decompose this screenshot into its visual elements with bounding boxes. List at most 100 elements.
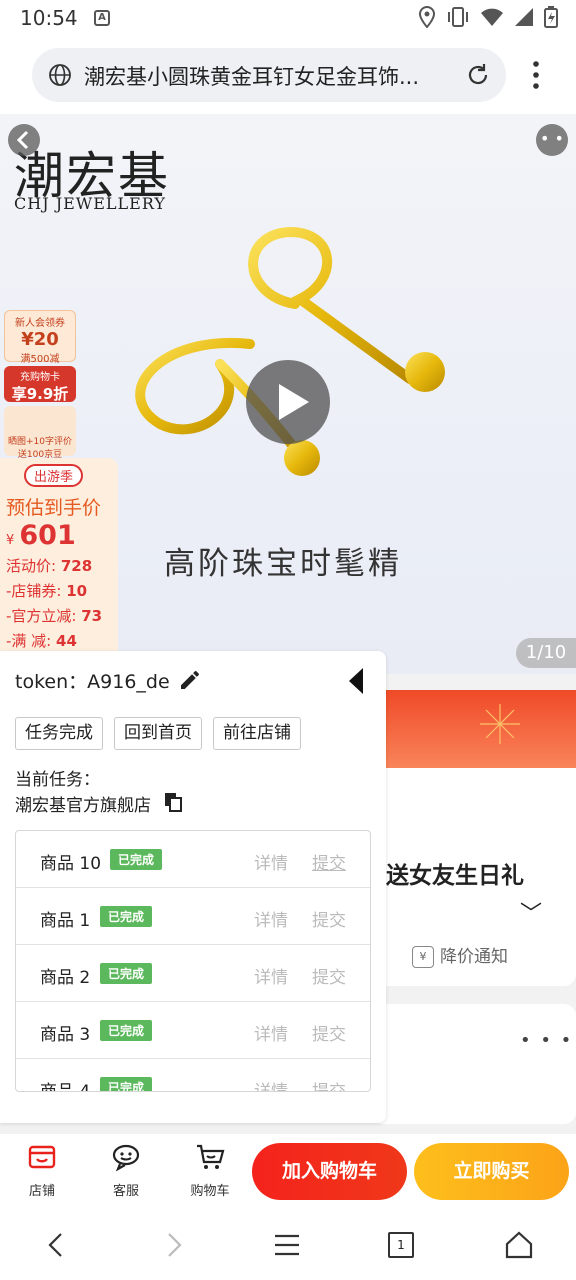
coupon-line1: 新人会领券 [15, 318, 65, 329]
estimated-price-card: 出游季 预估到手价 ¥ 601 活动价: 728 -店铺券: 10 -官方立减:… [0, 458, 118, 674]
vip-line1: 充购物卡 [20, 372, 60, 383]
service-tab[interactable]: 客服 [96, 1142, 156, 1199]
status-icons [418, 6, 558, 28]
service-label: 客服 [112, 1184, 139, 1199]
review-reward-promo[interactable]: 晒图+10字评价 送100京豆 [4, 406, 76, 460]
cart-tab[interactable]: 购物车 [180, 1142, 240, 1199]
task-submit-link[interactable]: 提交 [312, 1020, 346, 1045]
token-value: A916_de [87, 671, 170, 693]
url-title[interactable]: 潮宏基小圆珠黄金耳钉女足金耳饰... [84, 61, 444, 91]
buy-now-button[interactable]: 立即购买 [414, 1143, 569, 1200]
copy-icon[interactable] [164, 792, 182, 812]
current-task-label: 当前任务： [15, 770, 100, 790]
play-video-button[interactable] [246, 360, 330, 444]
wifi-icon [481, 8, 503, 26]
gallery-page-indicator: 1/10 [516, 638, 576, 668]
token-row: token：A916_de [15, 667, 170, 694]
location-icon [418, 6, 436, 28]
back-button[interactable] [8, 124, 40, 156]
task-detail-link[interactable]: 详情 [254, 1020, 288, 1045]
reload-icon[interactable] [464, 61, 492, 89]
task-name: 商品 4 [40, 1082, 91, 1092]
coupon-amount: ¥20 [21, 329, 59, 350]
purchase-action-bar: 店铺 客服 购物车 加入购物车 立即购买 [0, 1134, 576, 1208]
task-row: 商品 2 已完成 详情 提交 [16, 945, 370, 1002]
task-row: 商品 3 已完成 详情 提交 [16, 1002, 370, 1059]
task-name: 商品 10 [40, 854, 102, 874]
address-bar[interactable]: 潮宏基小圆珠黄金耳钉女足金耳饰... [32, 48, 506, 102]
status-time: 10:54 [20, 6, 78, 30]
estimate-label: 预估到手价 [6, 497, 102, 519]
task-submit-link[interactable]: 提交 [312, 849, 346, 874]
panel-actions: 任务完成 回到首页 前往店铺 [15, 717, 301, 750]
brand-logo-en: CHJ JEWELLERY [14, 194, 166, 213]
task-row: 商品 1 已完成 详情 提交 [16, 888, 370, 945]
task-status-badge: 已完成 [100, 963, 153, 984]
task-submit-link[interactable]: 提交 [312, 906, 346, 931]
status-bar: 10:54 A [0, 0, 576, 36]
task-detail-link[interactable]: 详情 [254, 906, 288, 931]
tabs-switcher[interactable]: 1 [388, 1232, 414, 1258]
signal-icon [515, 8, 533, 26]
currency-symbol: ¥ [6, 533, 15, 548]
promo-banner[interactable] [380, 690, 576, 768]
season-tag: 出游季 [24, 464, 84, 487]
battery-icon [544, 6, 558, 28]
shop-tab[interactable]: 店铺 [12, 1142, 72, 1199]
forward-arrow-icon[interactable] [158, 1230, 188, 1260]
hamburger-menu-icon[interactable] [272, 1230, 302, 1260]
price-row: -官方立减: 73 [6, 607, 103, 625]
coupon-line2: 满500减 [20, 354, 60, 365]
task-name: 商品 3 [40, 1025, 91, 1045]
task-name: 商品 1 [40, 911, 91, 931]
price-notice-label: 降价通知 [440, 947, 508, 967]
task-panel: token：A916_de 任务完成 回到首页 前往店铺 当前任务： 潮宏基官方… [0, 651, 386, 1123]
price-row: 活动价: 728 [6, 557, 93, 575]
task-detail-link[interactable]: 详情 [254, 849, 288, 874]
task-detail-link[interactable]: 详情 [254, 1077, 288, 1091]
vibrate-icon [448, 7, 468, 27]
task-detail-link[interactable]: 详情 [254, 963, 288, 988]
hero-tagline: 高阶珠宝时髦精 [164, 546, 402, 582]
product-gallery[interactable]: 潮宏基 CHJ JEWELLERY • • 高阶珠宝时髦精 新人会领券 ¥20 … [0, 114, 576, 674]
customer-service-icon [112, 1144, 140, 1172]
current-shop-name: 潮宏基官方旗舰店 [15, 796, 151, 816]
earring-product-image [135, 226, 445, 476]
add-to-cart-button[interactable]: 加入购物车 [252, 1143, 407, 1200]
collapse-panel-icon[interactable] [348, 667, 364, 695]
more-dots-icon[interactable]: • • • [520, 1030, 573, 1051]
globe-icon [49, 64, 71, 86]
home-icon[interactable] [504, 1230, 534, 1260]
chevron-left-icon [16, 130, 29, 150]
cart-icon [197, 1144, 225, 1169]
price-drop-notice[interactable]: ¥ 降价通知 [412, 942, 508, 968]
cart-label: 购物车 [190, 1184, 230, 1199]
system-navigation-bar: 1 [0, 1208, 576, 1280]
task-complete-button[interactable]: 任务完成 [15, 717, 103, 750]
task-status-badge: 已完成 [110, 849, 163, 870]
task-status-badge: 已完成 [100, 1020, 153, 1041]
more-button[interactable]: • • [536, 124, 568, 156]
new-member-coupon[interactable]: 新人会领券 ¥20 满500减 [4, 310, 76, 365]
back-home-button[interactable]: 回到首页 [114, 717, 202, 750]
edit-pencil-icon[interactable] [178, 668, 202, 692]
task-status-badge: 已完成 [100, 906, 153, 927]
go-to-shop-button[interactable]: 前往店铺 [213, 717, 301, 750]
firework-icon [480, 704, 520, 744]
chevron-down-icon[interactable]: ﹀ [520, 896, 542, 928]
back-arrow-icon[interactable] [42, 1230, 72, 1260]
shop-icon [28, 1145, 56, 1169]
vip-line2: 享9.9折 [11, 385, 69, 403]
task-status-badge: 已完成 [100, 1077, 153, 1091]
gift-card-promo[interactable]: 充购物卡 享9.9折 [4, 366, 76, 403]
price-notice-icon: ¥ [412, 946, 434, 968]
task-submit-link[interactable]: 提交 [312, 1077, 346, 1091]
browser-toolbar: 潮宏基小圆珠黄金耳钉女足金耳饰... [0, 36, 576, 114]
more-vert-icon[interactable] [524, 58, 548, 92]
notification-icon: A [94, 10, 110, 26]
token-label: token： [15, 671, 88, 693]
info-card-2 [380, 1004, 576, 1124]
task-list: 商品 10 已完成 详情 提交 商品 1 已完成 详情 提交 商品 2 已完成 … [15, 830, 371, 1092]
price-row: -满 减: 44 [6, 632, 77, 650]
task-submit-link[interactable]: 提交 [312, 963, 346, 988]
